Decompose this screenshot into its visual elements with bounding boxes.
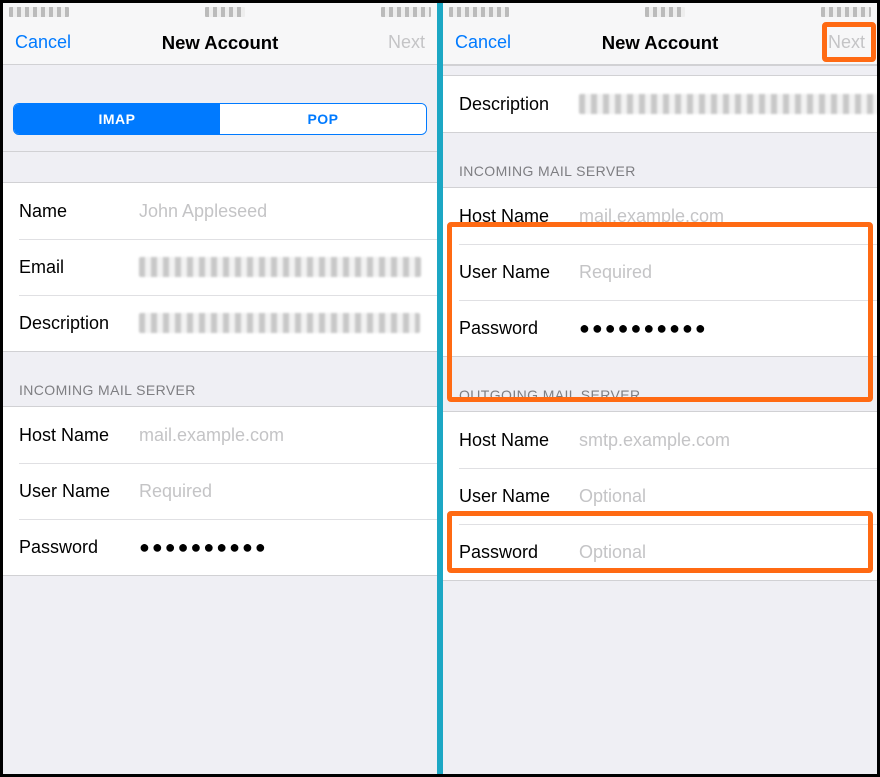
outgoing-pass-input[interactable]: Optional [579,542,861,563]
incoming-user-row[interactable]: User Name Required [3,463,437,519]
description-label: Description [19,313,139,334]
left-screenshot: Cancel New Account Next IMAP POP Name Jo… [3,3,437,774]
incoming-user-input[interactable]: Required [139,481,421,502]
outgoing-host-row[interactable]: Host Name smtp.example.com [443,412,877,468]
name-label: Name [19,201,139,222]
outgoing-pass-row[interactable]: Password Optional [443,524,877,580]
description-input[interactable] [139,313,420,333]
cancel-button[interactable]: Cancel [455,32,515,53]
outgoing-host-input[interactable]: smtp.example.com [579,430,861,451]
outgoing-user-row[interactable]: User Name Optional [443,468,877,524]
incoming-host-row[interactable]: Host Name mail.example.com [3,407,437,463]
status-bar [443,3,877,21]
incoming-host-label: Host Name [19,425,139,446]
email-row[interactable]: Email [3,239,437,295]
email-label: Email [19,257,139,278]
right-screenshot: Cancel New Account Next Description INCO… [443,3,877,774]
status-bar [3,3,437,21]
incoming-pass-row[interactable]: Password ●●●●●●●●●● [443,300,877,356]
nav-title: New Account [162,32,279,54]
incoming-pass-label: Password [459,318,579,339]
incoming-header: INCOMING MAIL SERVER [443,133,877,187]
name-row[interactable]: Name John Appleseed [3,183,437,239]
incoming-host-row[interactable]: Host Name mail.example.com [443,188,877,244]
nav-title: New Account [602,32,719,54]
email-input[interactable] [139,257,421,277]
nav-bar: Cancel New Account Next [443,21,877,65]
seg-imap[interactable]: IMAP [14,104,220,134]
incoming-user-label: User Name [19,481,139,502]
incoming-host-label: Host Name [459,206,579,227]
incoming-pass-input[interactable]: ●●●●●●●●●● [579,318,861,339]
outgoing-group: Host Name smtp.example.com User Name Opt… [443,411,877,581]
nav-bar: Cancel New Account Next [3,21,437,65]
description-row[interactable]: Description [3,295,437,351]
next-button[interactable]: Next [805,32,865,53]
name-input[interactable]: John Appleseed [139,201,421,222]
incoming-group: Host Name mail.example.com User Name Req… [443,187,877,357]
incoming-pass-label: Password [19,537,139,558]
outgoing-header: OUTGOING MAIL SERVER [443,357,877,411]
incoming-header: INCOMING MAIL SERVER [3,352,437,406]
next-button[interactable]: Next [365,32,425,53]
outgoing-header-peek [3,576,437,622]
incoming-user-label: User Name [459,262,579,283]
incoming-user-row[interactable]: User Name Required [443,244,877,300]
incoming-host-input[interactable]: mail.example.com [139,425,421,446]
outgoing-host-label: Host Name [459,430,579,451]
description-row[interactable]: Description [443,76,877,132]
description-input[interactable] [579,94,877,114]
incoming-pass-input[interactable]: ●●●●●●●●●● [139,537,421,558]
outgoing-user-input[interactable]: Optional [579,486,861,507]
description-label: Description [459,94,579,115]
incoming-user-input[interactable]: Required [579,262,861,283]
outgoing-user-label: User Name [459,486,579,507]
cancel-button[interactable]: Cancel [15,32,75,53]
outgoing-pass-label: Password [459,542,579,563]
seg-pop[interactable]: POP [220,104,426,134]
incoming-host-input[interactable]: mail.example.com [579,206,861,227]
incoming-pass-row[interactable]: Password ●●●●●●●●●● [3,519,437,575]
protocol-segmented-control: IMAP POP [3,65,437,152]
